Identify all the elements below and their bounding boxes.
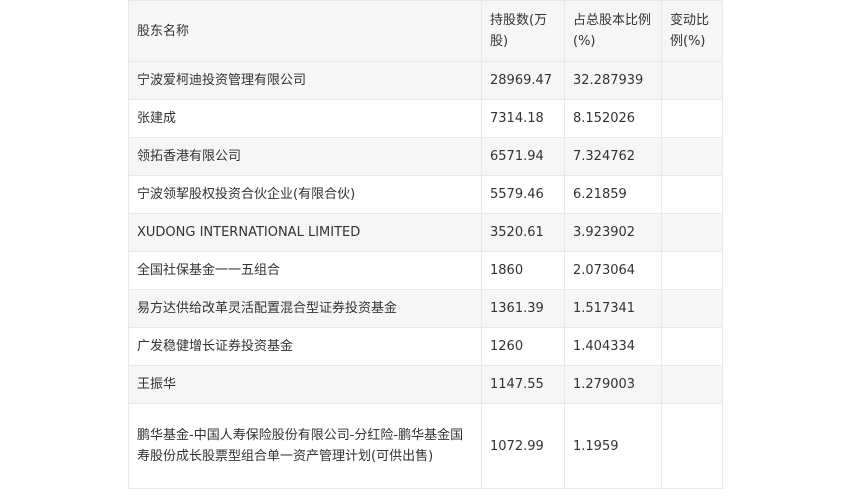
cell-ratio: 1.517341 [564,289,662,328]
cell-shares: 1361.39 [481,289,565,328]
table-row: 全国社保基金一一五组合 1860 2.073064 [128,251,723,290]
cell-name: 领拓香港有限公司 [128,137,482,176]
cell-name: 易方达供给改革灵活配置混合型证券投资基金 [128,289,482,328]
cell-shares: 7314.18 [481,99,565,138]
table-header-row: 股东名称 持股数(万股) 占总股本比例(%) 变动比例(%) [128,0,723,62]
cell-ratio: 1.1959 [564,403,662,489]
cell-ratio: 7.324762 [564,137,662,176]
cell-shares: 1860 [481,251,565,290]
cell-shares: 5579.46 [481,175,565,214]
cell-name: 全国社保基金一一五组合 [128,251,482,290]
table-row: 广发稳健增长证券投资基金 1260 1.404334 [128,327,723,366]
cell-ratio: 2.073064 [564,251,662,290]
shareholder-table-container: 股东名称 持股数(万股) 占总股本比例(%) 变动比例(%) 宁波爱柯迪投资管理… [128,0,723,489]
table-row: 宁波领挈股权投资合伙企业(有限合伙) 5579.46 6.21859 [128,175,723,214]
cell-change [661,327,723,366]
table-row: 鹏华基金-中国人寿保险股份有限公司-分红险-鹏华基金国寿股份成长股票型组合单一资… [128,403,723,489]
table-row: 宁波爱柯迪投资管理有限公司 28969.47 32.287939 [128,61,723,100]
cell-ratio: 3.923902 [564,213,662,252]
header-change-ratio: 变动比例(%) [661,0,723,62]
cell-ratio: 8.152026 [564,99,662,138]
cell-ratio: 6.21859 [564,175,662,214]
cell-change [661,61,723,100]
cell-change [661,213,723,252]
cell-change [661,289,723,328]
cell-shares: 1072.99 [481,403,565,489]
header-shareholder-name: 股东名称 [128,0,482,62]
cell-ratio: 32.287939 [564,61,662,100]
table-row: 易方达供给改革灵活配置混合型证券投资基金 1361.39 1.517341 [128,289,723,328]
table-row: XUDONG INTERNATIONAL LIMITED 3520.61 3.9… [128,213,723,252]
cell-shares: 6571.94 [481,137,565,176]
cell-name: 广发稳健增长证券投资基金 [128,327,482,366]
cell-name: 鹏华基金-中国人寿保险股份有限公司-分红险-鹏华基金国寿股份成长股票型组合单一资… [128,403,482,489]
cell-name: 王振华 [128,365,482,404]
cell-change [661,137,723,176]
cell-change [661,175,723,214]
cell-change [661,99,723,138]
cell-change [661,365,723,404]
cell-change [661,251,723,290]
table-row: 领拓香港有限公司 6571.94 7.324762 [128,137,723,176]
cell-ratio: 1.279003 [564,365,662,404]
cell-shares: 1260 [481,327,565,366]
cell-shares: 3520.61 [481,213,565,252]
cell-name: 宁波领挈股权投资合伙企业(有限合伙) [128,175,482,214]
shareholder-table: 股东名称 持股数(万股) 占总股本比例(%) 变动比例(%) 宁波爱柯迪投资管理… [128,0,723,489]
header-share-ratio: 占总股本比例(%) [564,0,662,62]
cell-name: 张建成 [128,99,482,138]
cell-change [661,403,723,489]
table-row: 张建成 7314.18 8.152026 [128,99,723,138]
cell-shares: 28969.47 [481,61,565,100]
header-shares-held: 持股数(万股) [481,0,565,62]
cell-shares: 1147.55 [481,365,565,404]
cell-name: XUDONG INTERNATIONAL LIMITED [128,213,482,252]
cell-name: 宁波爱柯迪投资管理有限公司 [128,61,482,100]
cell-ratio: 1.404334 [564,327,662,366]
table-row: 王振华 1147.55 1.279003 [128,365,723,404]
